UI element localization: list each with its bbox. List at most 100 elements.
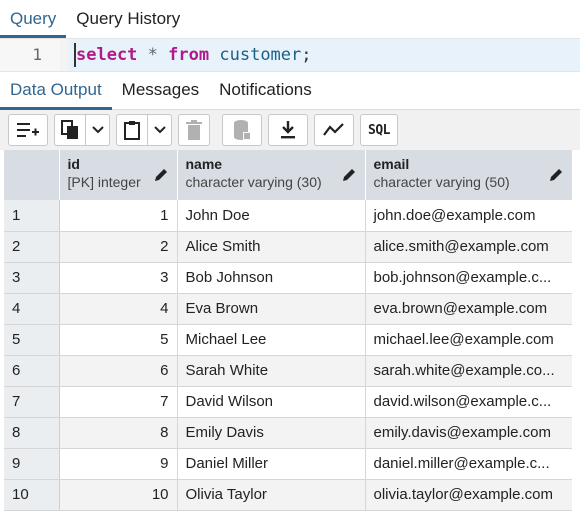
- cell-id[interactable]: 6: [59, 355, 178, 387]
- cell-email[interactable]: sarah.white@example.co...: [365, 355, 573, 387]
- table-row[interactable]: 8 8 Emily Davis emily.davis@example.com: [4, 417, 573, 449]
- cell-email[interactable]: daniel.miller@example.c...: [365, 448, 573, 480]
- cell-email[interactable]: olivia.taylor@example.com: [365, 479, 573, 511]
- column-header-name[interactable]: name character varying (30): [177, 150, 366, 200]
- row-number[interactable]: 3: [4, 262, 60, 294]
- data-grid: id [PK] integer name character varying (…: [4, 150, 573, 511]
- cell-email[interactable]: michael.lee@example.com: [365, 324, 573, 356]
- table-row[interactable]: 5 5 Michael Lee michael.lee@example.com: [4, 324, 573, 356]
- row-number[interactable]: 10: [4, 479, 60, 511]
- cell-id[interactable]: 2: [59, 231, 178, 263]
- save-data-icon: [234, 120, 251, 140]
- copy-group: [54, 114, 110, 146]
- cell-id[interactable]: 3: [59, 262, 178, 294]
- cell-id[interactable]: 10: [59, 479, 178, 511]
- cell-id[interactable]: 1: [59, 200, 178, 232]
- delete-button[interactable]: [178, 114, 210, 146]
- cell-name[interactable]: John Doe: [177, 200, 366, 232]
- pencil-icon[interactable]: [341, 167, 357, 183]
- cell-name[interactable]: Sarah White: [177, 355, 366, 387]
- column-header-id[interactable]: id [PK] integer: [59, 150, 178, 200]
- pencil-icon[interactable]: [548, 167, 564, 183]
- sql-icon: SQL: [368, 122, 390, 138]
- table-row[interactable]: 3 3 Bob Johnson bob.johnson@example.c...: [4, 262, 573, 294]
- cell-id[interactable]: 4: [59, 293, 178, 325]
- line-number: 1: [0, 39, 60, 71]
- copy-button[interactable]: [54, 114, 86, 146]
- table-row[interactable]: 7 7 David Wilson david.wilson@example.c.…: [4, 386, 573, 418]
- grid-header-row: id [PK] integer name character varying (…: [4, 150, 573, 200]
- download-button[interactable]: [268, 114, 308, 146]
- tab-notifications[interactable]: Notifications: [209, 72, 322, 110]
- row-number[interactable]: 5: [4, 324, 60, 356]
- cell-email[interactable]: john.doe@example.com: [365, 200, 573, 232]
- row-number[interactable]: 1: [4, 200, 60, 232]
- cell-name[interactable]: Olivia Taylor: [177, 479, 366, 511]
- column-name: name: [185, 156, 223, 172]
- table-row[interactable]: 6 6 Sarah White sarah.white@example.co..…: [4, 355, 573, 387]
- chevron-down-icon: [153, 126, 166, 134]
- pencil-icon[interactable]: [153, 167, 169, 183]
- cell-id[interactable]: 9: [59, 448, 178, 480]
- token-table-name: customer: [219, 45, 302, 65]
- cell-id[interactable]: 8: [59, 417, 178, 449]
- table-row[interactable]: 10 10 Olivia Taylor olivia.taylor@exampl…: [4, 479, 573, 511]
- tab-data-output[interactable]: Data Output: [0, 72, 112, 110]
- column-name: email: [373, 156, 410, 172]
- cell-email[interactable]: eva.brown@example.com: [365, 293, 573, 325]
- cell-id[interactable]: 7: [59, 386, 178, 418]
- paste-options-button[interactable]: [148, 114, 172, 146]
- sql-editor[interactable]: 1 select * from customer;: [0, 38, 580, 72]
- token-star: *: [147, 45, 158, 65]
- row-number[interactable]: 4: [4, 293, 60, 325]
- chevron-down-icon: [91, 126, 104, 134]
- row-number[interactable]: 8: [4, 417, 60, 449]
- row-number[interactable]: 9: [4, 448, 60, 480]
- code-line[interactable]: select * from customer;: [68, 39, 580, 71]
- copy-options-button[interactable]: [86, 114, 110, 146]
- cell-name[interactable]: Bob Johnson: [177, 262, 366, 294]
- table-row[interactable]: 2 2 Alice Smith alice.smith@example.com: [4, 231, 573, 263]
- cell-email[interactable]: alice.smith@example.com: [365, 231, 573, 263]
- sql-button[interactable]: SQL: [360, 114, 398, 146]
- cell-name[interactable]: David Wilson: [177, 386, 366, 418]
- table-row[interactable]: 9 9 Daniel Miller daniel.miller@example.…: [4, 448, 573, 480]
- cell-email[interactable]: david.wilson@example.c...: [365, 386, 573, 418]
- row-number[interactable]: 2: [4, 231, 60, 263]
- save-data-button[interactable]: [222, 114, 262, 146]
- cell-email[interactable]: emily.davis@example.com: [365, 417, 573, 449]
- grid-scroll-gutter: [572, 150, 580, 521]
- table-row[interactable]: 4 4 Eva Brown eva.brown@example.com: [4, 293, 573, 325]
- data-toolbar: SQL: [0, 110, 580, 150]
- row-number-header: [4, 150, 60, 200]
- tab-query-history[interactable]: Query History: [66, 0, 190, 38]
- delete-icon: [186, 120, 202, 140]
- graph-visualiser-button[interactable]: [314, 114, 354, 146]
- cell-name[interactable]: Michael Lee: [177, 324, 366, 356]
- cell-email[interactable]: bob.johnson@example.c...: [365, 262, 573, 294]
- result-tabs: Data Output Messages Notifications: [0, 72, 580, 110]
- cell-name[interactable]: Alice Smith: [177, 231, 366, 263]
- cell-name[interactable]: Eva Brown: [177, 293, 366, 325]
- query-tabs: Query Query History: [0, 0, 580, 38]
- cell-id[interactable]: 5: [59, 324, 178, 356]
- row-number[interactable]: 6: [4, 355, 60, 387]
- tab-query[interactable]: Query: [0, 0, 67, 38]
- cell-name[interactable]: Emily Davis: [177, 417, 366, 449]
- tab-messages[interactable]: Messages: [112, 72, 209, 110]
- column-header-email[interactable]: email character varying (50): [365, 150, 573, 200]
- keyword-from: from: [168, 45, 210, 65]
- add-row-button[interactable]: [8, 114, 48, 146]
- paste-icon: [124, 121, 140, 140]
- column-type: character varying (50): [373, 174, 510, 190]
- graph-icon: [323, 123, 344, 136]
- column-type: character varying (30): [185, 174, 322, 190]
- cell-name[interactable]: Daniel Miller: [177, 448, 366, 480]
- copy-icon: [61, 120, 78, 139]
- row-number[interactable]: 7: [4, 386, 60, 418]
- table-row[interactable]: 1 1 John Doe john.doe@example.com: [4, 200, 573, 232]
- paste-button[interactable]: [116, 114, 148, 146]
- token-semicolon: ;: [301, 45, 312, 65]
- add-row-icon: [17, 123, 39, 137]
- paste-group: [116, 114, 172, 146]
